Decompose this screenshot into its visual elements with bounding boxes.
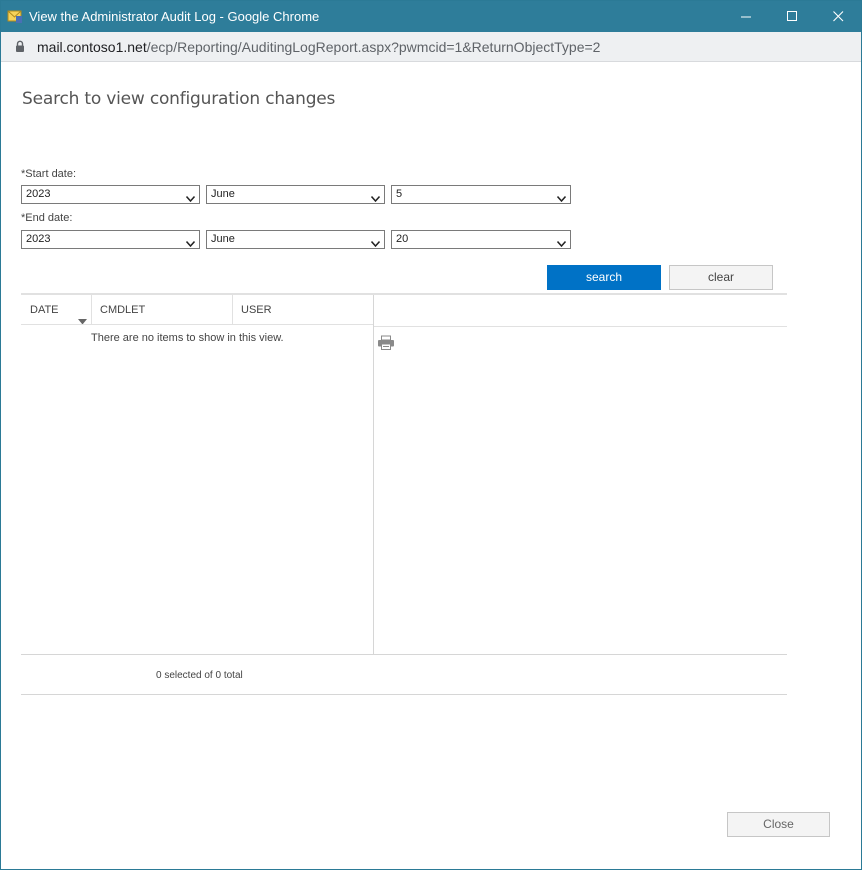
end-month-value: June <box>211 233 235 245</box>
end-day-value: 20 <box>396 233 409 245</box>
start-month-select[interactable]: June <box>206 185 385 204</box>
column-header-user[interactable]: USER <box>241 295 371 325</box>
start-month-value: June <box>211 188 235 200</box>
browser-window: View the Administrator Audit Log - Googl… <box>0 0 862 870</box>
lock-icon <box>15 40 25 58</box>
address-bar[interactable]: mail.contoso1.net/ecp/Reporting/Auditing… <box>1 32 861 62</box>
column-header-cmdlet[interactable]: CMDLET <box>100 295 230 325</box>
start-day-value: 5 <box>396 188 403 200</box>
column-divider <box>232 295 233 325</box>
end-year-select[interactable]: 2023 <box>21 230 200 249</box>
close-window-button[interactable] <box>815 1 861 32</box>
url-path: /ecp/Reporting/AuditingLogReport.aspx?pw… <box>146 39 601 55</box>
footer-divider <box>21 694 787 695</box>
header-bottom-border <box>21 324 373 325</box>
url-text: mail.contoso1.net/ecp/Reporting/Auditing… <box>37 39 600 55</box>
empty-list-message: There are no items to show in this view. <box>91 332 284 344</box>
column-divider <box>91 295 92 325</box>
end-date-label: *End date: <box>21 212 73 224</box>
end-year-value: 2023 <box>26 233 51 245</box>
list-details-divider <box>373 295 374 655</box>
window-title: View the Administrator Audit Log - Googl… <box>29 9 320 24</box>
clear-button[interactable]: clear <box>669 265 773 290</box>
chevron-down-icon <box>370 236 381 253</box>
start-year-select[interactable]: 2023 <box>21 185 200 204</box>
minimize-button[interactable] <box>723 1 769 32</box>
close-button[interactable]: Close <box>727 812 830 837</box>
audit-log-app-icon <box>7 8 23 24</box>
maximize-icon <box>786 11 798 22</box>
chevron-down-icon <box>185 236 196 253</box>
url-host: mail.contoso1.net <box>37 39 147 55</box>
page-title: Search to view configuration changes <box>22 89 336 109</box>
chevron-down-icon <box>556 236 567 253</box>
column-header-date-label: DATE <box>30 304 59 316</box>
end-day-select[interactable]: 20 <box>391 230 571 249</box>
chevron-down-icon <box>185 191 196 208</box>
minimize-icon <box>740 11 752 22</box>
list-bottom-border <box>21 654 787 655</box>
column-header-date[interactable]: DATE <box>30 295 90 325</box>
sort-desc-icon <box>78 307 87 337</box>
chevron-down-icon <box>556 191 567 208</box>
printer-icon[interactable] <box>377 335 395 356</box>
start-date-label: *Start date: <box>21 168 77 180</box>
selection-count: 0 selected of 0 total <box>156 670 243 681</box>
chevron-down-icon <box>370 191 381 208</box>
end-month-select[interactable]: June <box>206 230 385 249</box>
close-icon <box>832 11 844 22</box>
maximize-button[interactable] <box>769 1 815 32</box>
title-bar: View the Administrator Audit Log - Googl… <box>1 1 861 32</box>
page-content: Search to view configuration changes *St… <box>1 62 861 870</box>
start-year-value: 2023 <box>26 188 51 200</box>
start-day-select[interactable]: 5 <box>391 185 571 204</box>
details-pane-divider <box>374 326 787 327</box>
search-button[interactable]: search <box>547 265 661 290</box>
